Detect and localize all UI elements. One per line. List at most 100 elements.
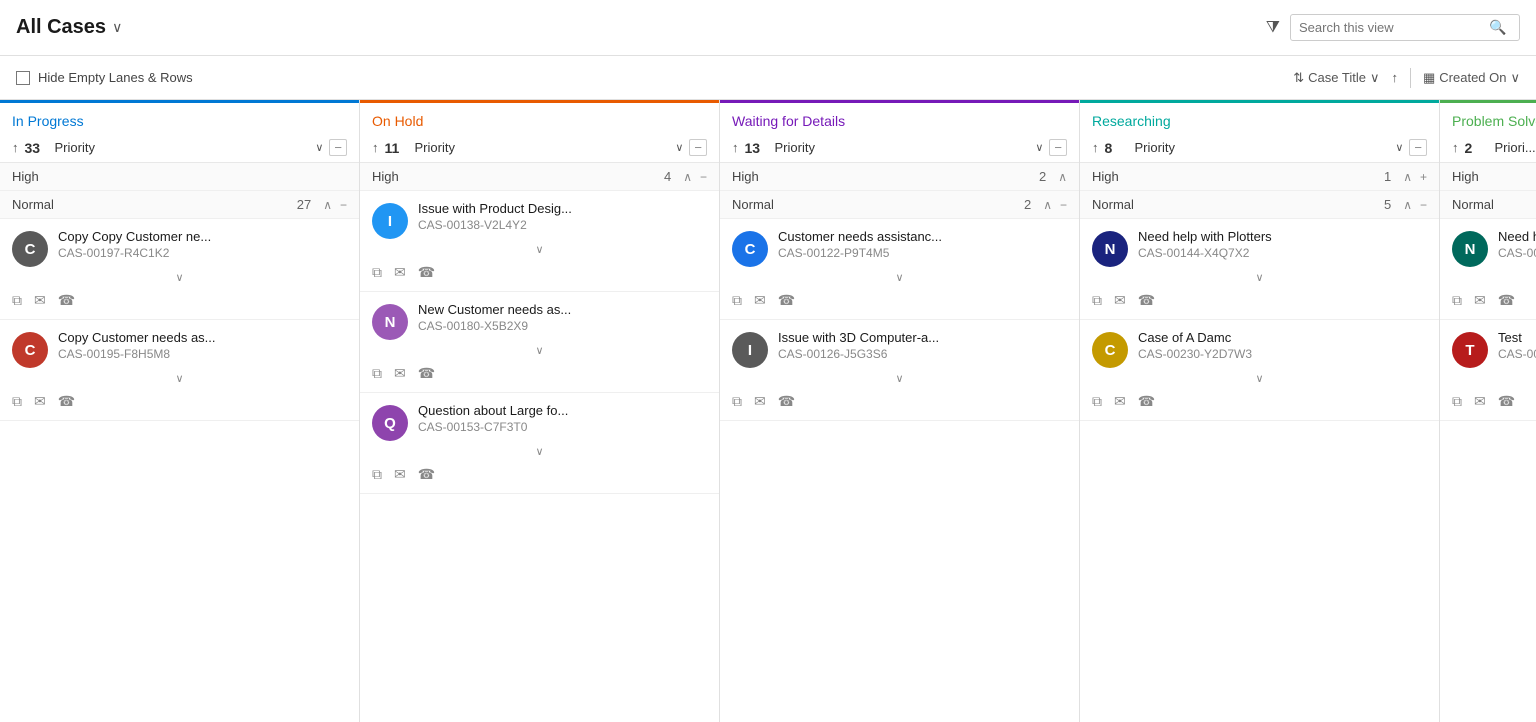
phone-icon[interactable]: ☎	[1498, 393, 1515, 410]
group-collapse-btn[interactable]: −	[700, 170, 707, 184]
card-expand-icon[interactable]: ∨	[1452, 271, 1536, 284]
sort-label: Case Title	[1308, 70, 1366, 85]
card-expand-icon[interactable]: ∨	[12, 372, 347, 385]
card-expand-icon[interactable]: ∨	[732, 271, 1067, 284]
lane-sort-label-waiting: Priority	[775, 140, 1030, 155]
lane-sort-chevron-on-hold[interactable]: ∨	[675, 141, 683, 154]
copy-icon[interactable]: ⧉	[732, 292, 742, 309]
group-expand-btn[interactable]: ∧	[1043, 198, 1052, 212]
card-item[interactable]: NNew Customer needs as...CAS-00180-X5B2X…	[360, 292, 719, 393]
email-icon[interactable]: ✉	[754, 393, 766, 410]
card-item[interactable]: CCustomer needs assistanc...CAS-00122-P9…	[720, 219, 1079, 320]
copy-icon[interactable]: ⧉	[12, 292, 22, 309]
group-expand-btn[interactable]: ∧	[1403, 170, 1412, 184]
card-actions: ⧉ ✉ ☎	[1452, 288, 1536, 313]
lane-collapse-on-hold[interactable]: −	[689, 139, 707, 156]
group-expand-btn[interactable]: ∧	[1058, 170, 1067, 184]
group-label: Normal	[732, 197, 1016, 212]
phone-icon[interactable]: ☎	[418, 466, 435, 483]
email-icon[interactable]: ✉	[754, 292, 766, 309]
lane-sort-chevron-researching[interactable]: ∨	[1395, 141, 1403, 154]
card-title: Case of A Damc	[1138, 330, 1427, 345]
email-icon[interactable]: ✉	[1114, 393, 1126, 410]
created-on-button[interactable]: ▦ Created On ∨	[1423, 70, 1520, 86]
copy-icon[interactable]: ⧉	[732, 393, 742, 410]
email-icon[interactable]: ✉	[394, 466, 406, 483]
lane-sort-chevron-waiting[interactable]: ∨	[1035, 141, 1043, 154]
lane-sort-chevron-in-progress[interactable]: ∨	[315, 141, 323, 154]
copy-icon[interactable]: ⧉	[1452, 393, 1462, 410]
card-item[interactable]: TTestCAS-00...∨⧉✉☎	[1440, 320, 1536, 421]
phone-icon[interactable]: ☎	[1138, 292, 1155, 309]
filter-icon[interactable]: ⧩	[1266, 19, 1280, 37]
card-expand-icon[interactable]: ∨	[1092, 372, 1427, 385]
lane-title-researching: Researching	[1092, 113, 1427, 129]
card-expand-icon[interactable]: ∨	[372, 445, 707, 458]
avatar: C	[12, 231, 48, 267]
group-expand-btn[interactable]: ∧	[1403, 198, 1412, 212]
phone-icon[interactable]: ☎	[418, 264, 435, 281]
copy-icon[interactable]: ⧉	[372, 365, 382, 382]
phone-icon[interactable]: ☎	[1138, 393, 1155, 410]
email-icon[interactable]: ✉	[1114, 292, 1126, 309]
group-row-in-progress-1: Normal27∧−	[0, 191, 359, 219]
email-icon[interactable]: ✉	[394, 264, 406, 281]
card-id: CAS-00197-R4C1K2	[58, 246, 347, 260]
card-expand-icon[interactable]: ∨	[372, 344, 707, 357]
email-icon[interactable]: ✉	[1474, 292, 1486, 309]
copy-icon[interactable]: ⧉	[12, 393, 22, 410]
phone-icon[interactable]: ☎	[58, 292, 75, 309]
group-label: High	[1092, 169, 1376, 184]
group-expand-btn[interactable]: ∧	[683, 170, 692, 184]
card-item[interactable]: NNeed h...CAS-00...∨⧉✉☎	[1440, 219, 1536, 320]
title-chevron[interactable]: ∨	[112, 19, 122, 36]
group-collapse-btn[interactable]: −	[1420, 198, 1427, 212]
sort-up-arrow[interactable]: ↑	[1391, 70, 1398, 85]
card-item[interactable]: NNeed help with PlottersCAS-00144-X4Q7X2…	[1080, 219, 1439, 320]
lane-collapse-in-progress[interactable]: −	[329, 139, 347, 156]
lane-body-in-progress: HighNormal27∧−CCopy Copy Customer ne...C…	[0, 163, 359, 722]
phone-icon[interactable]: ☎	[418, 365, 435, 382]
group-collapse-btn[interactable]: −	[1060, 198, 1067, 212]
card-expand-icon[interactable]: ∨	[1452, 372, 1536, 385]
copy-icon[interactable]: ⧉	[372, 264, 382, 281]
card-expand-icon[interactable]: ∨	[732, 372, 1067, 385]
card-item[interactable]: CCase of A DamcCAS-00230-Y2D7W3∨⧉✉☎	[1080, 320, 1439, 421]
search-input[interactable]	[1299, 20, 1489, 35]
copy-icon[interactable]: ⧉	[1092, 393, 1102, 410]
group-label: High	[372, 169, 656, 184]
copy-icon[interactable]: ⧉	[1452, 292, 1462, 309]
card-actions: ⧉ ✉ ☎	[372, 462, 707, 487]
copy-icon[interactable]: ⧉	[372, 466, 382, 483]
card-expand-icon[interactable]: ∨	[12, 271, 347, 284]
card-expand-icon[interactable]: ∨	[1092, 271, 1427, 284]
phone-icon[interactable]: ☎	[58, 393, 75, 410]
sub-bar-right: ⇅ Case Title ∨ ↑ ▦ Created On ∨	[1293, 68, 1520, 88]
group-collapse-btn[interactable]: −	[340, 198, 347, 212]
card-expand-icon[interactable]: ∨	[372, 243, 707, 256]
card-item[interactable]: IIssue with 3D Computer-a...CAS-00126-J5…	[720, 320, 1079, 421]
phone-icon[interactable]: ☎	[778, 393, 795, 410]
phone-icon[interactable]: ☎	[1498, 292, 1515, 309]
card-id: CAS-00...	[1498, 246, 1536, 260]
email-icon[interactable]: ✉	[34, 292, 46, 309]
card-item[interactable]: CCopy Customer needs as...CAS-00195-F8H5…	[0, 320, 359, 421]
search-box[interactable]: 🔍	[1290, 14, 1520, 41]
copy-icon[interactable]: ⧉	[1092, 292, 1102, 309]
card-item[interactable]: QQuestion about Large fo...CAS-00153-C7F…	[360, 393, 719, 494]
phone-icon[interactable]: ☎	[778, 292, 795, 309]
lane-title-in-progress: In Progress	[12, 113, 347, 129]
card-item[interactable]: CCopy Copy Customer ne...CAS-00197-R4C1K…	[0, 219, 359, 320]
card-top: IIssue with Product Desig...CAS-00138-V2…	[372, 201, 707, 239]
email-icon[interactable]: ✉	[34, 393, 46, 410]
group-expand-btn[interactable]: ∧	[323, 198, 332, 212]
lane-collapse-waiting[interactable]: −	[1049, 139, 1067, 156]
hide-empty-checkbox[interactable]	[16, 71, 30, 85]
group-add-btn[interactable]: +	[1420, 170, 1427, 184]
sort-button[interactable]: ⇅ Case Title ∨	[1293, 70, 1379, 86]
card-item[interactable]: IIssue with Product Desig...CAS-00138-V2…	[360, 191, 719, 292]
email-icon[interactable]: ✉	[394, 365, 406, 382]
lane-collapse-researching[interactable]: −	[1409, 139, 1427, 156]
email-icon[interactable]: ✉	[1474, 393, 1486, 410]
lane-count-researching: 8	[1105, 140, 1129, 156]
